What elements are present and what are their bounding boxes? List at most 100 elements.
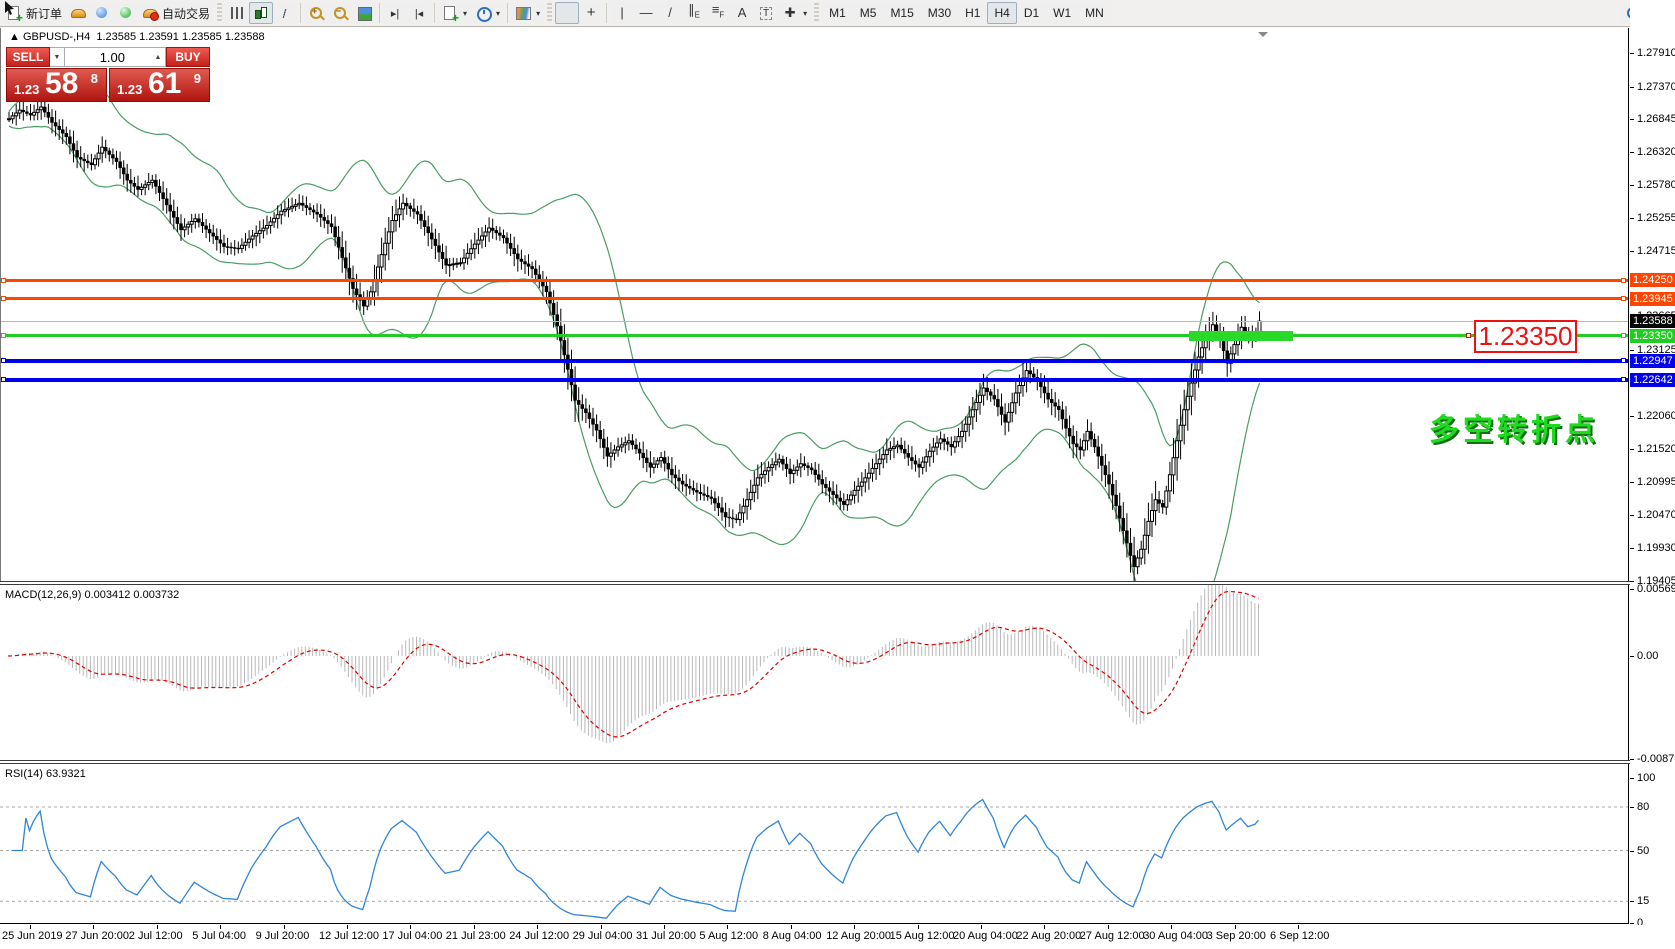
ohlc-close: 1.23588	[225, 31, 265, 43]
time-tick-mark	[791, 925, 792, 929]
callout-anchor-handle[interactable]	[1466, 333, 1471, 338]
price-tick-label: 1.26845	[1630, 112, 1675, 126]
ask-price-button[interactable]: 1.23 61 9	[109, 68, 210, 102]
rsi-scale-label: 15	[1630, 894, 1649, 908]
candlestick-chart-button[interactable]	[249, 2, 273, 24]
zoom-in-button[interactable]: +	[304, 2, 328, 24]
line-right-handle[interactable]	[1621, 333, 1626, 338]
signals-button[interactable]	[114, 2, 138, 24]
green-highlight-zone[interactable]	[1189, 331, 1293, 342]
line-right-handle[interactable]	[1621, 358, 1626, 363]
sell-button[interactable]: SELL	[6, 47, 50, 67]
main-chart-pane[interactable]: ▲ GBPUSD-,H4 1.23585 1.23591 1.23585 1.2…	[0, 28, 1629, 581]
horizontal-line-1.23350[interactable]	[1, 334, 1629, 337]
trendline-tool-button[interactable]: /	[658, 2, 682, 24]
time-tick-label: 24 Jul 12:00	[509, 930, 569, 942]
time-tick-label: 12 Aug 20:00	[826, 930, 891, 942]
timeframe-button-m30[interactable]: M30	[921, 2, 958, 24]
experts-button[interactable]	[66, 2, 90, 24]
time-tick-label: 12 Jul 12:00	[319, 930, 379, 942]
cursor-icon	[0, 0, 16, 16]
chart-shift-button[interactable]: |◂	[407, 2, 431, 24]
price-axis[interactable]: 1.279101.273701.268451.263201.257801.252…	[1630, 0, 1675, 925]
price-callout-label[interactable]: 1.23350	[1474, 320, 1577, 353]
time-tick-mark	[981, 925, 982, 929]
time-tick-mark	[30, 925, 31, 929]
timeframe-button-m15[interactable]: M15	[883, 2, 920, 24]
time-axis[interactable]: 25 Jun 201927 Jun 20:002 Jul 12:005 Jul …	[0, 925, 1675, 949]
horizontal-line-1.24250[interactable]	[1, 279, 1629, 282]
price-tick-label: 1.26320	[1630, 145, 1675, 159]
channel-tool-button[interactable]: ∥E	[682, 2, 706, 24]
timeframe-button-w1[interactable]: W1	[1046, 2, 1078, 24]
tile-windows-button[interactable]	[352, 2, 376, 24]
time-tick-mark	[664, 925, 665, 929]
vertical-line-tool-button[interactable]: |	[610, 2, 634, 24]
periods-button[interactable]: ▾	[471, 2, 504, 24]
line-right-handle[interactable]	[1621, 377, 1626, 382]
chart-shift-marker-icon[interactable]	[1258, 32, 1268, 42]
line-price-label: 1.23350	[1630, 329, 1675, 343]
volume-decrease-button[interactable]: ▼	[50, 47, 65, 67]
collapse-marker-icon[interactable]: ▲	[9, 31, 20, 43]
autotrade-button[interactable]: 自动交易	[138, 2, 214, 24]
ask-pip: 9	[194, 71, 201, 86]
crosshair-icon: +	[583, 5, 599, 21]
bar-chart-button[interactable]	[225, 2, 249, 24]
time-tick-mark	[93, 925, 94, 929]
zoom-out-button[interactable]: −	[328, 2, 352, 24]
price-tick-label: 1.27370	[1630, 80, 1675, 94]
horizontal-line-1.22642[interactable]	[1, 378, 1629, 382]
timeframe-button-m1[interactable]: M1	[822, 2, 853, 24]
line-left-handle[interactable]	[1, 333, 6, 338]
price-tick-label: 1.27910	[1630, 46, 1675, 60]
line-price-label: 1.22947	[1630, 354, 1675, 368]
timeframe-button-h4[interactable]: H4	[987, 2, 1016, 24]
fibonacci-tool-button[interactable]: ≡F	[706, 2, 730, 24]
arrows-tool-button[interactable]: ✚▾	[778, 2, 811, 24]
volume-increase-button[interactable]: ▲	[151, 47, 166, 67]
signals-icon	[118, 5, 134, 21]
time-tick-label: 31 Jul 20:00	[636, 930, 696, 942]
line-left-handle[interactable]	[1, 358, 6, 363]
gold-hat-icon	[70, 5, 86, 21]
line-right-handle[interactable]	[1621, 296, 1626, 301]
macd-scale-label: 0.005692	[1630, 582, 1675, 596]
text-tool-button[interactable]: A	[730, 2, 754, 24]
timeframe-button-h1[interactable]: H1	[958, 2, 987, 24]
line-left-handle[interactable]	[1, 377, 6, 382]
new-chart-button[interactable]: +▾	[438, 2, 471, 24]
bid-price-button[interactable]: 1.23 58 8	[6, 68, 107, 102]
crosshair-tool-button[interactable]: +	[579, 2, 603, 24]
one-click-trading-panel: SELL ▼ 1.00 ▲ BUY 1.23 58 8 1.23 61 9	[6, 47, 210, 102]
community-button[interactable]	[90, 2, 114, 24]
label-tool-button[interactable]: T	[754, 2, 778, 24]
line-left-handle[interactable]	[1, 296, 6, 301]
line-right-handle[interactable]	[1621, 278, 1626, 283]
cursor-tool-button[interactable]	[555, 2, 579, 24]
ohlc-high: 1.23591	[139, 31, 179, 43]
mt4-window: + 新订单 自动交易 + − ▸| |◂ +▾ ▾	[0, 0, 1675, 949]
horizontal-line-1.22947[interactable]	[1, 359, 1629, 363]
macd-pane[interactable]: MACD(12,26,9) 0.003412 0.003732	[0, 585, 1629, 760]
timeframe-button-d1[interactable]: D1	[1017, 2, 1046, 24]
line-left-handle[interactable]	[1, 278, 6, 283]
auto-scroll-button[interactable]: ▸|	[383, 2, 407, 24]
candlestick-chart-icon	[253, 5, 269, 21]
price-tick-label: 1.19930	[1630, 541, 1675, 555]
indicators-button[interactable]: ▾	[511, 2, 544, 24]
rsi-pane[interactable]: RSI(14) 63.9321	[0, 764, 1629, 924]
timeframe-button-m5[interactable]: M5	[853, 2, 884, 24]
symbol-period-label: GBPUSD-,H4	[23, 31, 90, 43]
time-tick-label: 3 Sep 20:00	[1207, 930, 1266, 942]
line-price-label: 1.23945	[1630, 292, 1675, 306]
buy-button[interactable]: BUY	[166, 47, 210, 67]
line-chart-button[interactable]	[273, 2, 297, 24]
horizontal-line-tool-button[interactable]: —	[634, 2, 658, 24]
timeframe-button-mn[interactable]: MN	[1078, 2, 1111, 24]
horizontal-line-1.23945[interactable]	[1, 297, 1629, 300]
separator	[300, 3, 301, 23]
turning-point-annotation[interactable]: 多空转折点	[1429, 405, 1599, 449]
time-tick-label: 27 Jun 20:00	[65, 930, 129, 942]
volume-input[interactable]: 1.00	[65, 47, 151, 67]
